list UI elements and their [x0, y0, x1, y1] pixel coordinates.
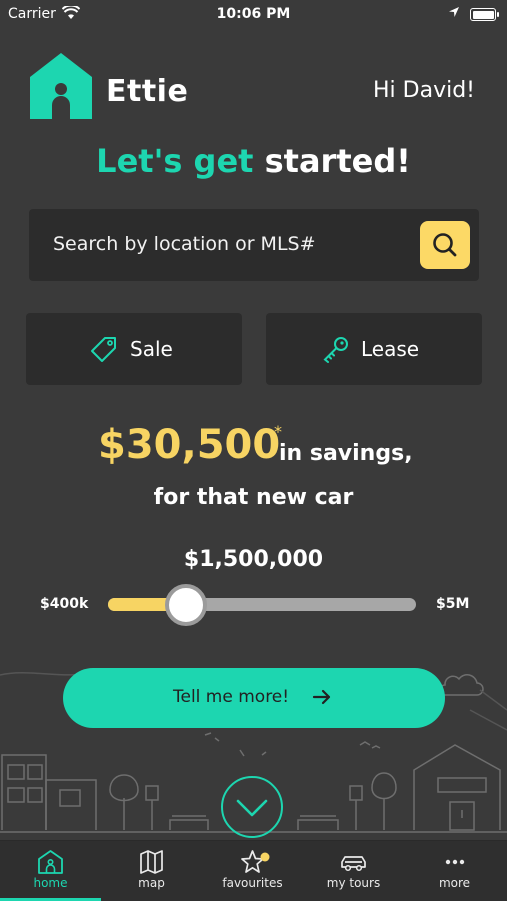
search-input[interactable]: Search by location or MLS# [29, 209, 479, 281]
tell-me-more-button[interactable]: Tell me more! [63, 668, 445, 728]
status-bar: Carrier 10:06 PM [0, 0, 507, 30]
savings-amount: $30,500 [98, 422, 281, 468]
arrow-right-icon [311, 686, 333, 712]
tab-my-tours-label: my tours [326, 876, 381, 890]
chevron-down-icon [223, 799, 281, 840]
price-max-label: $5M [436, 596, 470, 612]
brand-name: Ettie [106, 74, 189, 109]
bottom-tab-bar: home map favourites my tours more [0, 840, 507, 901]
savings-amount-group: $30,500 * [98, 422, 282, 468]
more-icon [404, 849, 505, 875]
search-placeholder: Search by location or MLS# [53, 233, 316, 255]
home-icon [0, 849, 101, 875]
ettie-logo [30, 53, 92, 119]
title-rest: started! [253, 142, 411, 180]
tab-home[interactable]: home [0, 841, 101, 901]
sale-button[interactable]: Sale [26, 313, 242, 385]
lease-button[interactable]: Lease [266, 313, 482, 385]
price-min-label: $400k [40, 596, 89, 612]
car-icon [303, 849, 404, 875]
tab-home-label: home [33, 876, 68, 890]
lease-label: Lease [361, 337, 420, 361]
search-icon [420, 233, 470, 273]
tab-map-label: map [138, 876, 165, 890]
savings-suffix: in savings, [279, 441, 413, 466]
battery-icon [470, 8, 499, 21]
tab-more-label: more [438, 876, 471, 890]
key-icon [322, 335, 350, 367]
user-greeting: Hi David! [373, 78, 475, 103]
tab-more[interactable]: more [404, 841, 505, 901]
savings-tagline: for that new car [153, 485, 354, 510]
sale-label: Sale [130, 337, 173, 361]
tab-favourites-label: favourites [222, 876, 283, 890]
tab-favourites[interactable]: favourites [202, 841, 303, 901]
map-icon [101, 849, 202, 875]
star-icon [202, 849, 303, 875]
price-slider-track[interactable] [108, 598, 416, 611]
tab-my-tours[interactable]: my tours [303, 841, 404, 901]
cta-label: Tell me more! [173, 687, 290, 707]
scroll-down-button[interactable] [221, 776, 283, 838]
location-arrow-icon [448, 6, 460, 22]
title-accent: Let's get [96, 142, 254, 180]
price-value: $1,500,000 [183, 547, 324, 572]
tab-map[interactable]: map [101, 841, 202, 901]
price-tag-icon [90, 335, 118, 367]
clock: 10:06 PM [216, 6, 291, 22]
search-button[interactable] [420, 221, 470, 269]
page-title: Let's get started! [0, 142, 507, 180]
savings-footnote-mark: * [274, 422, 282, 441]
